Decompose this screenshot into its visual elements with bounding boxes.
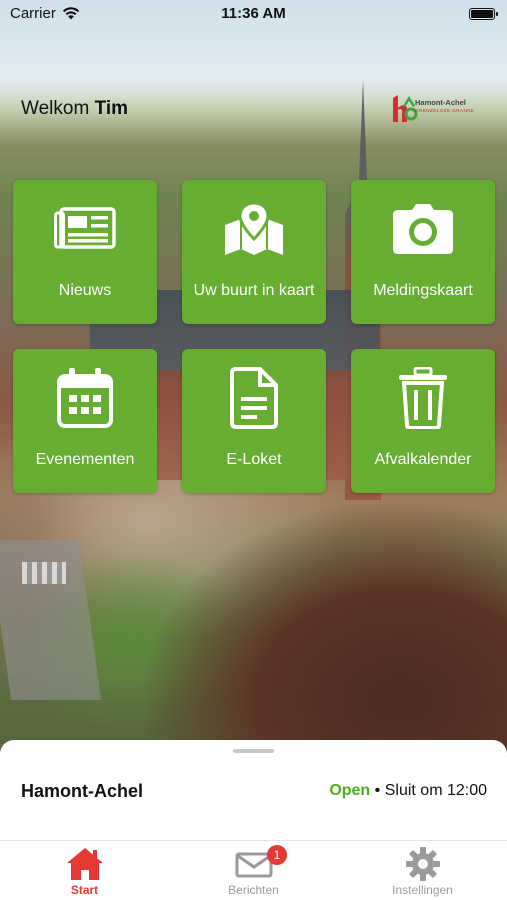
gear-icon [405,847,440,881]
calendar-icon [57,368,113,428]
tile-waste-calendar[interactable]: Afvalkalender [351,349,495,493]
tile-neighbourhood-map[interactable]: Uw buurt in kaart [182,180,326,324]
tab-label: Berichten [228,883,279,897]
separator: • [374,782,381,799]
tile-grid: Nieuws Uw buurt in kaart Meldingskaart E… [13,180,495,493]
logo-tagline: GRENZELOZE GRANNE [415,108,475,113]
clock: 11:36 AM [221,5,286,22]
tile-label: Meldingskaart [373,282,473,299]
tile-label: Evenementen [35,451,135,468]
header: Welkom Tim Hamont-Achel GRENZELOZE GRANN… [0,90,507,126]
greeting: Welkom [21,98,90,119]
tab-label: Instellingen [392,883,453,897]
tile-news[interactable]: Nieuws [13,180,157,324]
user-name: Tim [94,98,128,119]
unread-badge: 1 [267,845,287,865]
municipality-logo: Hamont-Achel GRENZELOZE GRANNE [389,92,493,124]
tile-e-loket[interactable]: E-Loket [182,349,326,493]
trash-icon [399,367,447,429]
map-pin-icon [225,201,283,255]
tile-label: Uw buurt in kaart [193,282,315,299]
status-bar: Carrier 11:36 AM [0,0,507,30]
tile-label: E-Loket [226,451,282,468]
open-status: Open [329,782,371,799]
tile-events[interactable]: Evenementen [13,349,157,493]
logo-name: Hamont-Achel [415,98,466,107]
tab-messages[interactable]: Berichten [169,841,338,900]
tab-start[interactable]: Start [0,841,169,900]
tile-label: Afvalkalender [374,451,472,468]
tab-settings[interactable]: Instellingen [338,841,507,900]
opening-hours: Open • Sluit om 12:00 [329,782,487,800]
battery-icon [469,8,498,20]
camera-icon [393,204,453,254]
place-name: Hamont-Achel [21,781,144,801]
newspaper-icon [54,207,116,249]
tile-report-map[interactable]: Meldingskaart [351,180,495,324]
closing-time: Sluit om 12:00 [384,782,487,799]
document-icon [230,367,278,429]
tab-label: Start [70,883,99,897]
tile-label: Nieuws [58,282,112,299]
tab-bar: Start Berichten Instellingen [0,841,507,900]
crosswalk [22,562,66,584]
welcome-text: Welkom Tim [21,98,128,120]
sheet-grabber[interactable] [233,749,274,753]
home-icon [66,848,103,880]
